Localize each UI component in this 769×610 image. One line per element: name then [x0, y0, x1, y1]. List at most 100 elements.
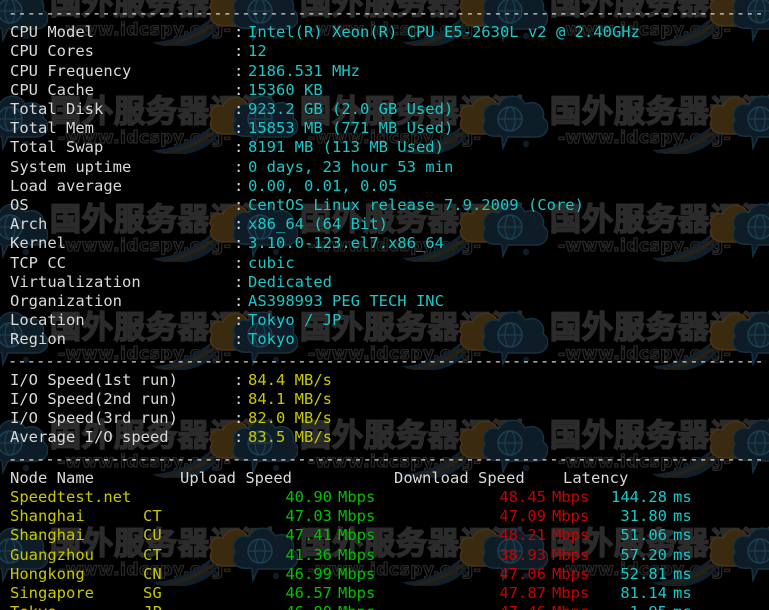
field-label: Total Swap	[10, 138, 104, 157]
field-separator: :	[234, 176, 244, 195]
system-info-row: CPU Frequency:2186.531 MHz	[0, 62, 769, 81]
upload-speed-unit: Mbps	[338, 584, 376, 602]
upload-speed-value: 47.03	[285, 507, 332, 526]
field-value: 3.10.0-123.el7.x86_64	[248, 234, 444, 253]
header-latency: Latency	[563, 468, 629, 487]
field-separator: :	[234, 330, 244, 349]
system-info-row: Load average:0.00, 0.01, 0.05	[0, 177, 769, 196]
field-label: CPU Frequency	[10, 61, 132, 80]
upload-speed-unit: Mbps	[338, 488, 376, 506]
speedtest-row: Guangzhou CT 41.36 Mbps 38.93 Mbps 57.20 ms	[0, 546, 769, 565]
field-value: 84.1 MB/s	[248, 390, 332, 408]
system-info-row: CPU Cores:12	[0, 42, 769, 61]
download-speed-value: 38.93	[499, 545, 546, 564]
io-speed-row: I/O Speed(3rd run):82.0 MB/s	[0, 409, 769, 428]
upload-speed-value: 47.41	[285, 526, 332, 545]
latency-unit: ms	[673, 488, 692, 506]
field-separator: :	[234, 272, 244, 291]
field-label: CPU Model	[10, 23, 94, 42]
field-label: Organization	[10, 292, 122, 310]
field-value: 82.0 MB/s	[248, 409, 332, 428]
upload-speed-unit: Mbps	[338, 526, 376, 545]
terminal-window: 国外服务器评测 -www.idcspy.org- 国外服务器评测 -www.idcsp…	[0, 0, 769, 610]
latency-unit: ms	[673, 564, 692, 583]
node-name: Singapore	[10, 584, 94, 602]
field-separator: :	[234, 409, 244, 428]
field-separator: :	[234, 61, 244, 80]
field-label: Load average	[10, 176, 122, 195]
latency-unit: ms	[673, 584, 692, 602]
field-separator: :	[234, 157, 244, 176]
field-label: I/O Speed(3rd run)	[10, 409, 178, 428]
field-separator: :	[234, 390, 244, 408]
field-label: I/O Speed(2nd run)	[10, 390, 178, 408]
header-node-name: Node Name	[10, 468, 94, 487]
header-upload-speed: Upload Speed	[180, 468, 292, 487]
field-separator: :	[234, 23, 244, 42]
system-info-row: OS: CentOS Linux release 7.9.2009 (Core)	[0, 196, 769, 215]
field-value: 2186.531 MHz	[248, 61, 360, 80]
terminal-text-layer: ----------------------------------------…	[0, 0, 769, 610]
speedtest-row: Singapore SG 46.57 Mbps 47.87 Mbps 81.14 ms	[0, 584, 769, 603]
system-info-row: Location: Tokyo / JP	[0, 311, 769, 330]
system-info-row: Arch: x86_64 (64 Bit)	[0, 215, 769, 234]
io-speed-row: I/O Speed(2nd run):84.1 MB/s	[0, 390, 769, 409]
field-value: 0 days, 23 hour 53 min	[248, 157, 454, 176]
upload-speed-unit: Mbps	[338, 564, 376, 583]
upload-speed-value: 41.36	[285, 545, 332, 564]
field-separator: :	[234, 100, 244, 118]
field-label: Location	[10, 311, 85, 330]
speedtest-header-row: Node Name Upload Speed Download Speed Laten…	[0, 469, 769, 488]
field-value: Dedicated	[248, 272, 332, 291]
field-label: I/O Speed(1st run)	[10, 370, 178, 389]
download-speed-value: 47.87	[499, 584, 546, 602]
system-info-row: Total Disk:923.2 GB (2.0 GB Used)	[0, 100, 769, 119]
field-label: CPU Cache	[10, 80, 94, 99]
node-isp: SG	[143, 584, 162, 602]
field-value: 0.00, 0.01, 0.05	[248, 176, 398, 195]
download-speed-value: 48.21	[499, 526, 546, 545]
latency-unit: ms	[673, 545, 692, 564]
field-value: cubic	[248, 253, 295, 272]
field-separator: :	[234, 138, 244, 157]
upload-speed-unit: Mbps	[338, 507, 376, 526]
system-info-row: Total Swap:8191 MB (113 MB Used)	[0, 138, 769, 157]
system-info-row: CPU Cache:15360 KB	[0, 81, 769, 100]
io-speed-row: Average I/O speed:83.5 MB/s	[0, 428, 769, 447]
node-isp: CT	[143, 545, 162, 564]
field-separator: :	[234, 428, 244, 447]
field-value: 15360 KB	[248, 80, 323, 99]
latency-unit: ms	[673, 603, 692, 610]
field-separator: :	[234, 119, 244, 138]
upload-speed-value: 46.57	[285, 584, 332, 602]
field-label: Total Mem	[10, 119, 94, 138]
download-speed-value: 47.06	[499, 564, 546, 583]
field-value: 83.5 MB/s	[248, 428, 332, 447]
divider-speedtest: ----------------------------------------…	[8, 449, 761, 468]
field-separator: :	[234, 215, 244, 234]
field-label: System uptime	[10, 157, 132, 176]
field-label: Virtualization	[10, 272, 141, 291]
upload-speed-value: 46.88	[180, 603, 332, 610]
node-isp: CU	[143, 526, 162, 545]
speedtest-row: Shanghai CU 47.41 Mbps 48.21 Mbps 51.06 ms	[0, 526, 769, 545]
latency-unit: ms	[673, 507, 692, 526]
latency-value: 144.28	[611, 488, 667, 506]
upload-speed-unit: Mbps	[338, 603, 375, 610]
field-separator: :	[234, 311, 244, 330]
node-name: Shanghai	[10, 507, 85, 526]
field-separator: :	[234, 42, 244, 61]
node-isp: CT	[143, 507, 162, 526]
field-value: Tokyo	[248, 330, 295, 349]
field-separator: :	[234, 234, 244, 253]
system-info-row: CPU Model: Intel(R) Xeon(R) CPU E5-2630L …	[0, 23, 769, 42]
field-separator: :	[234, 196, 244, 214]
system-info-row: Kernel:3.10.0-123.el7.x86_64	[0, 234, 769, 253]
download-speed-value: 47.09	[499, 507, 546, 526]
field-label: CPU Cores	[10, 42, 94, 61]
field-value: 923.2 GB (2.0 GB Used)	[248, 100, 454, 118]
field-separator: :	[234, 80, 244, 99]
divider-top: ----------------------------------------…	[8, 4, 761, 22]
upload-speed-unit: Mbps	[338, 545, 376, 564]
speedtest-row: Shanghai CT 47.03 Mbps 47.09 Mbps 31.80 ms	[0, 507, 769, 526]
